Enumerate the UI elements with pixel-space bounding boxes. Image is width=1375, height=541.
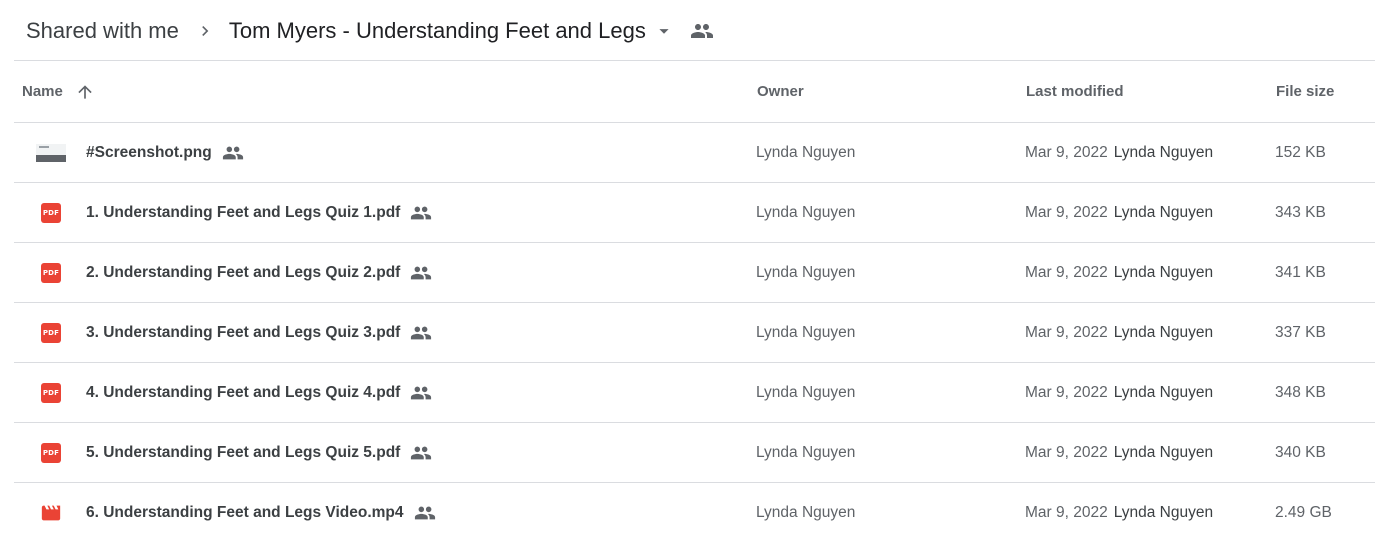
file-size: 152 KB — [1275, 143, 1326, 161]
file-type-icon: PDF — [36, 202, 66, 224]
file-row[interactable]: PDF 3. Understanding Feet and Legs Quiz 3… — [14, 303, 1375, 363]
people-icon — [410, 262, 432, 284]
modified-by: Lynda Nguyen — [1113, 263, 1214, 281]
pdf-icon: PDF — [41, 203, 61, 223]
column-header-owner[interactable]: Owner — [757, 83, 804, 100]
file-list: Name Owner Last modified File size #Scre… — [14, 61, 1375, 541]
file-name-cell[interactable]: 5. Understanding Feet and Legs Quiz 5.pd… — [86, 423, 432, 482]
file-owner: Lynda Nguyen — [756, 143, 856, 161]
people-icon — [690, 19, 714, 43]
modified-date: Mar 9, 2022 — [1025, 443, 1108, 461]
file-owner: Lynda Nguyen — [756, 203, 856, 221]
file-size: 340 KB — [1275, 443, 1326, 461]
pdf-icon: PDF — [41, 383, 61, 403]
file-name: 4. Understanding Feet and Legs Quiz 4.pd… — [86, 383, 401, 401]
file-last-modified: Mar 9, 2022 Lynda Nguyen — [1025, 123, 1213, 182]
file-owner: Lynda Nguyen — [756, 383, 856, 401]
file-owner: Lynda Nguyen — [756, 503, 856, 521]
modified-by: Lynda Nguyen — [1113, 323, 1214, 341]
file-type-icon: PDF — [36, 262, 66, 284]
image-thumbnail-icon — [36, 144, 66, 162]
modified-date: Mar 9, 2022 — [1025, 203, 1108, 221]
modified-date: Mar 9, 2022 — [1025, 323, 1108, 341]
file-type-icon — [36, 142, 66, 164]
people-icon — [410, 202, 432, 224]
modified-by: Lynda Nguyen — [1113, 143, 1214, 161]
file-name: #Screenshot.png — [86, 143, 212, 161]
file-rows: #Screenshot.png Lynda Nguyen Mar 9, 2022 Ly… — [14, 123, 1375, 541]
modified-by: Lynda Nguyen — [1113, 443, 1214, 461]
file-size: 348 KB — [1275, 383, 1326, 401]
video-file-icon — [40, 502, 62, 524]
file-size: 341 KB — [1275, 263, 1326, 281]
modified-by: Lynda Nguyen — [1113, 503, 1214, 521]
file-row[interactable]: PDF 1. Understanding Feet and Legs Quiz 1… — [14, 183, 1375, 243]
file-list-header: Name Owner Last modified File size — [14, 61, 1375, 123]
file-type-icon: PDF — [36, 322, 66, 344]
breadcrumb-shared-with-me[interactable]: Shared with me — [26, 18, 179, 44]
modified-date: Mar 9, 2022 — [1025, 263, 1108, 281]
arrow-up-icon[interactable] — [75, 82, 95, 102]
file-size: 2.49 GB — [1275, 503, 1332, 521]
file-name: 6. Understanding Feet and Legs Video.mp4 — [86, 503, 404, 521]
file-row[interactable]: PDF 5. Understanding Feet and Legs Quiz 5… — [14, 423, 1375, 483]
file-name-cell[interactable]: 6. Understanding Feet and Legs Video.mp4 — [86, 483, 436, 541]
file-size: 343 KB — [1275, 203, 1326, 221]
file-name-cell[interactable]: 3. Understanding Feet and Legs Quiz 3.pd… — [86, 303, 432, 362]
file-name-cell[interactable]: 1. Understanding Feet and Legs Quiz 1.pd… — [86, 183, 432, 242]
file-last-modified: Mar 9, 2022 Lynda Nguyen — [1025, 243, 1213, 302]
modified-by: Lynda Nguyen — [1113, 383, 1214, 401]
file-last-modified: Mar 9, 2022 Lynda Nguyen — [1025, 303, 1213, 362]
file-last-modified: Mar 9, 2022 Lynda Nguyen — [1025, 423, 1213, 482]
file-name-cell[interactable]: 4. Understanding Feet and Legs Quiz 4.pd… — [86, 363, 432, 422]
file-row[interactable]: PDF 2. Understanding Feet and Legs Quiz 2… — [14, 243, 1375, 303]
file-size: 337 KB — [1275, 323, 1326, 341]
people-icon — [222, 142, 244, 164]
file-name: 2. Understanding Feet and Legs Quiz 2.pd… — [86, 263, 401, 281]
column-header-file-size[interactable]: File size — [1276, 83, 1334, 100]
file-row[interactable]: 6. Understanding Feet and Legs Video.mp4… — [14, 483, 1375, 541]
people-icon — [410, 442, 432, 464]
file-name: 3. Understanding Feet and Legs Quiz 3.pd… — [86, 323, 401, 341]
column-label-name: Name — [22, 83, 63, 100]
file-owner: Lynda Nguyen — [756, 443, 856, 461]
drive-folder-view: Shared with me Tom Myers - Understanding… — [0, 0, 1375, 541]
breadcrumb: Shared with me Tom Myers - Understanding… — [26, 14, 714, 48]
column-header-name[interactable]: Name — [22, 82, 95, 102]
modified-by: Lynda Nguyen — [1113, 203, 1214, 221]
column-header-last-modified[interactable]: Last modified — [1026, 83, 1124, 100]
file-type-icon: PDF — [36, 382, 66, 404]
file-name-cell[interactable]: 2. Understanding Feet and Legs Quiz 2.pd… — [86, 243, 432, 302]
pdf-icon: PDF — [41, 323, 61, 343]
file-row[interactable]: #Screenshot.png Lynda Nguyen Mar 9, 2022 Ly… — [14, 123, 1375, 183]
file-last-modified: Mar 9, 2022 Lynda Nguyen — [1025, 363, 1213, 422]
people-icon — [414, 502, 436, 524]
modified-date: Mar 9, 2022 — [1025, 143, 1108, 161]
pdf-icon: PDF — [41, 443, 61, 463]
pdf-icon: PDF — [41, 263, 61, 283]
file-name: 1. Understanding Feet and Legs Quiz 1.pd… — [86, 203, 401, 221]
file-last-modified: Mar 9, 2022 Lynda Nguyen — [1025, 183, 1213, 242]
file-name-cell[interactable]: #Screenshot.png — [86, 123, 244, 182]
arrow-drop-down-icon[interactable] — [652, 19, 676, 43]
people-icon — [410, 322, 432, 344]
people-icon — [410, 382, 432, 404]
file-owner: Lynda Nguyen — [756, 323, 856, 341]
file-name: 5. Understanding Feet and Legs Quiz 5.pd… — [86, 443, 401, 461]
file-type-icon — [36, 502, 66, 524]
modified-date: Mar 9, 2022 — [1025, 503, 1108, 521]
file-last-modified: Mar 9, 2022 Lynda Nguyen — [1025, 483, 1213, 541]
file-owner: Lynda Nguyen — [756, 263, 856, 281]
modified-date: Mar 9, 2022 — [1025, 383, 1108, 401]
breadcrumb-current-folder[interactable]: Tom Myers - Understanding Feet and Legs — [229, 18, 646, 44]
file-type-icon: PDF — [36, 442, 66, 464]
file-row[interactable]: PDF 4. Understanding Feet and Legs Quiz 4… — [14, 363, 1375, 423]
chevron-right-icon — [193, 19, 217, 43]
